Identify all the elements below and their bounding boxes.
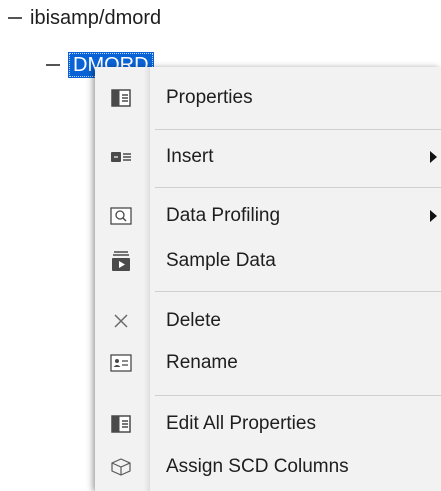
menu-item-label: Rename: [166, 352, 238, 373]
tree-node-root[interactable]: ibisamp/dmord: [8, 3, 161, 33]
menu-item-rename[interactable]: Rename: [95, 343, 441, 383]
data-profiling-icon: [109, 204, 133, 228]
menu-item-label: Assign SCD Columns: [166, 456, 349, 477]
submenu-arrow-icon: [430, 210, 437, 222]
menu-separator: [155, 395, 441, 396]
menu-item-label: Edit All Properties: [166, 413, 316, 434]
menu-item-delete[interactable]: Delete: [95, 301, 441, 341]
context-menu: Properties Insert Data Profiling Sample …: [95, 67, 441, 491]
collapse-icon[interactable]: [8, 17, 22, 19]
menu-item-label: Data Profiling: [166, 205, 281, 226]
collapse-icon[interactable]: [46, 64, 60, 66]
delete-icon: [109, 309, 133, 333]
menu-item-label: Sample Data: [166, 250, 276, 271]
sample-data-icon: [109, 249, 133, 273]
edit-all-properties-icon: [109, 412, 133, 436]
submenu-arrow-icon: [430, 151, 437, 163]
rename-icon: [109, 351, 133, 375]
menu-item-label: Insert: [166, 146, 214, 167]
menu-item-properties[interactable]: Properties: [95, 78, 441, 118]
screen: ibisamp/dmord DMORD Properties Insert Da…: [0, 0, 441, 491]
menu-separator: [155, 187, 441, 188]
properties-icon: [109, 86, 133, 110]
menu-separator: [155, 291, 441, 292]
menu-item-assign-scd-columns[interactable]: Assign SCD Columns: [95, 447, 441, 487]
tree-node-label: ibisamp/dmord: [30, 6, 162, 29]
menu-separator: [155, 129, 441, 130]
menu-item-label: Properties: [166, 87, 253, 108]
menu-item-edit-all-properties[interactable]: Edit All Properties: [95, 404, 441, 444]
menu-item-sample-data[interactable]: Sample Data: [95, 241, 441, 281]
insert-icon: [109, 145, 133, 169]
menu-item-insert[interactable]: Insert: [95, 137, 441, 177]
menu-item-label: Delete: [166, 310, 221, 331]
assign-scd-columns-icon: [109, 455, 133, 479]
menu-item-data-profiling[interactable]: Data Profiling: [95, 196, 441, 236]
